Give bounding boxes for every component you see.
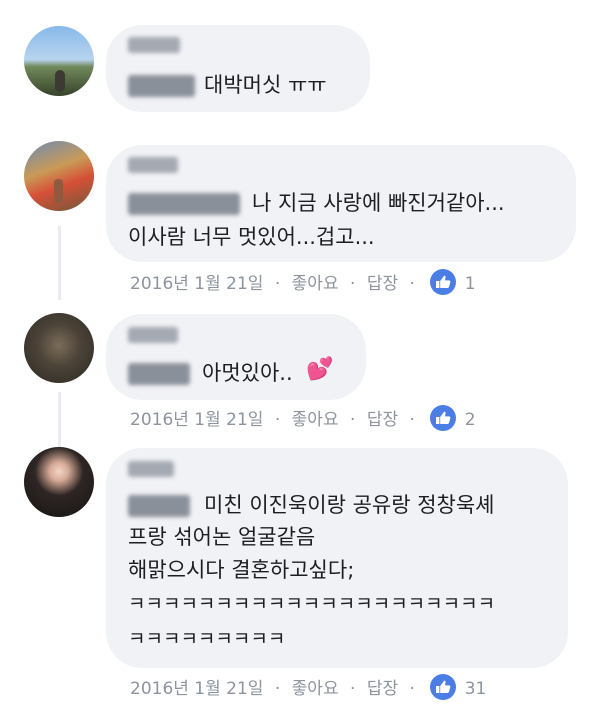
comment-text: 아멋있아..: [202, 361, 293, 385]
separator: ·: [350, 274, 356, 294]
blurred-name: [128, 495, 190, 517]
like-count: 2: [464, 410, 476, 430]
thread-connector-1: [58, 226, 61, 300]
reply-button[interactable]: 답장: [367, 269, 398, 299]
comment-text-line-2: 이사람 너무 멋있어...겁고...: [128, 225, 375, 249]
like-count: 31: [464, 679, 487, 699]
thread-connector-2: [58, 392, 61, 454]
separator: ·: [409, 679, 415, 699]
thumbs-up-icon[interactable]: [430, 405, 457, 431]
comment-meta: 2016년 1월 21일 · 좋아요 · 답장 · 31: [130, 674, 486, 704]
two-hearts-icon: 💕: [306, 357, 334, 382]
reply-button[interactable]: 답장: [367, 674, 398, 704]
avatar-figure: [55, 70, 65, 92]
comment-meta: 2016년 1월 21일 · 좋아요 · 답장 · 2: [130, 405, 476, 435]
comment-text-line-3: 해맑으시다 결혼하고싶다;: [128, 558, 355, 582]
separator: ·: [274, 410, 281, 430]
comment-bubble: 미친 이진욱이랑 공유랑 정창욱셰 프랑 섞어논 얼굴같음 해맑으시다 결혼하고…: [106, 448, 568, 668]
comment-text: 대박머싯 ㅠㅠ: [204, 73, 327, 97]
blurred-name: [128, 363, 190, 385]
avatar[interactable]: [24, 313, 94, 383]
timestamp[interactable]: 2016년 1월 21일: [130, 674, 263, 704]
comment-bubble: 나 지금 사랑에 빠진거같아... 이사람 너무 멋있어...겁고...: [106, 145, 576, 262]
avatar[interactable]: [24, 26, 94, 96]
comment-text-line-1: 미친 이진욱이랑 공유랑 정창욱셰: [204, 493, 495, 517]
comment-text-line-2: 프랑 섞어논 얼굴같음: [128, 525, 316, 549]
comment-bubble: 아멋있아.. 💕: [106, 314, 366, 400]
comment-meta: 2016년 1월 21일 · 좋아요 · 답장 · 1: [130, 269, 476, 299]
separator: ·: [274, 679, 281, 699]
separator: ·: [350, 410, 356, 430]
separator: ·: [409, 410, 415, 430]
comment-text-line-4: ㅋㅋㅋㅋㅋㅋㅋㅋㅋㅋㅋㅋㅋㅋㅋㅋㅋㅋㅋㅋㅋ: [128, 593, 496, 615]
blurred-name: [128, 37, 180, 53]
thumbs-up-icon[interactable]: [430, 674, 457, 700]
blurred-name: [128, 157, 178, 173]
blurred-name: [128, 327, 178, 343]
thumbs-up-icon[interactable]: [430, 269, 457, 295]
blurred-name: [128, 75, 195, 97]
avatar-figure: [54, 179, 63, 203]
avatar[interactable]: [24, 447, 94, 517]
separator: ·: [409, 274, 415, 294]
comment-text-line-5: ㅋㅋㅋㅋㅋㅋㅋㅋㅋ: [128, 628, 286, 650]
blurred-name: [128, 193, 240, 215]
comment-text-line-1: 나 지금 사랑에 빠진거같아...: [252, 191, 505, 215]
blurred-name: [128, 461, 174, 477]
timestamp[interactable]: 2016년 1월 21일: [130, 269, 263, 299]
comment-bubble: 대박머싯 ㅠㅠ: [106, 25, 370, 112]
like-button[interactable]: 좋아요: [292, 405, 339, 435]
timestamp[interactable]: 2016년 1월 21일: [130, 405, 263, 435]
like-button[interactable]: 좋아요: [292, 674, 339, 704]
separator: ·: [274, 274, 281, 294]
like-count: 1: [464, 274, 476, 294]
reply-button[interactable]: 답장: [367, 405, 398, 435]
like-button[interactable]: 좋아요: [292, 269, 339, 299]
avatar[interactable]: [24, 141, 94, 211]
separator: ·: [350, 679, 356, 699]
